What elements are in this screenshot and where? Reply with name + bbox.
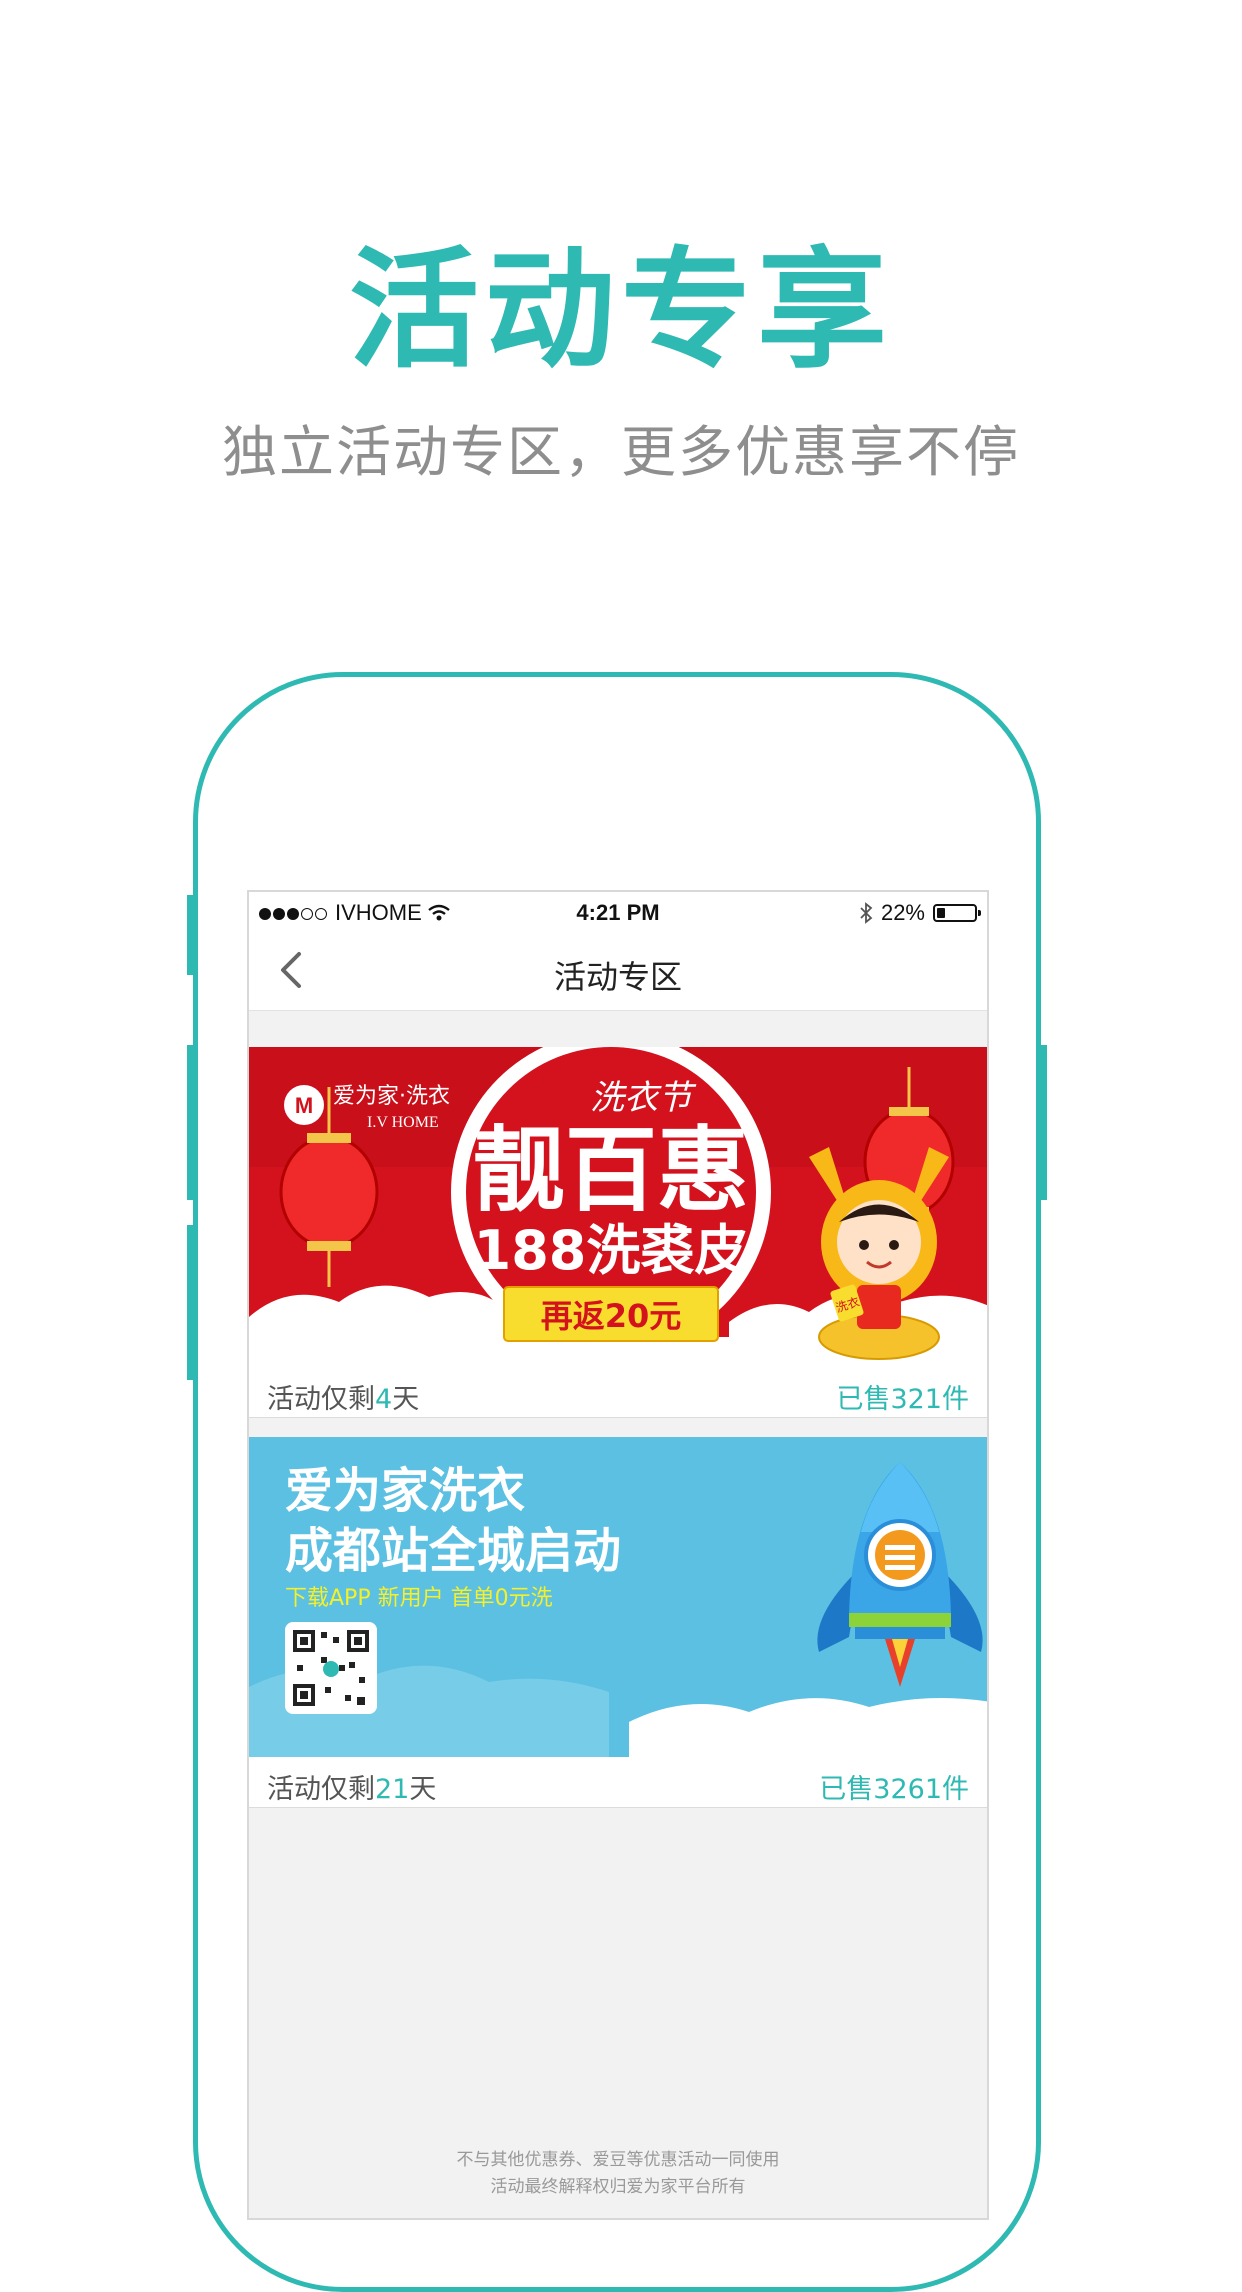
- svg-text:I.V HOME: I.V HOME: [367, 1114, 439, 1131]
- footer-line: 不与其他优惠券、爱豆等优惠活动一同使用: [456, 2150, 780, 2170]
- footer-line: 活动最终解释权归爱为家平台所有: [490, 2177, 746, 2197]
- hero-title: 活动专享: [348, 234, 893, 386]
- days-remaining: 活动仅剩21天: [267, 1774, 437, 1805]
- bluetooth-icon: [860, 902, 873, 924]
- qr-code-icon: [285, 1622, 377, 1714]
- svg-text:下载APP 新用户 首单0元洗: 下载APP 新用户 首单0元洗: [285, 1586, 553, 1611]
- sold-count: 已售321件: [836, 1384, 969, 1415]
- battery-icon: [933, 904, 981, 922]
- activity-card-festival[interactable]: M 爱为家·洗衣 I.V HOME 洗衣节 靓百惠 188洗裘皮 再返20元 洗…: [249, 1047, 987, 1418]
- banner-chengdu-graphic: 爱为家洗衣 成都站全城启动 下载APP 新用户 首单0元洗: [249, 1437, 987, 1757]
- footer-disclaimer: 不与其他优惠券、爱豆等优惠活动一同使用 活动最终解释权归爱为家平台所有: [249, 2147, 987, 2201]
- days-remaining: 活动仅剩4天: [267, 1384, 420, 1415]
- svg-text:洗衣节: 洗衣节: [590, 1078, 697, 1118]
- svg-text:爱为家·洗衣: 爱为家·洗衣: [333, 1084, 450, 1109]
- svg-text:188洗裘皮: 188洗裘皮: [474, 1219, 749, 1282]
- hero-subtitle: 独立活动专区，更多优惠享不停: [221, 420, 1020, 484]
- activity-card-chengdu[interactable]: 爱为家洗衣 成都站全城启动 下载APP 新用户 首单0元洗 活动仅剩21天 已售…: [249, 1437, 987, 1808]
- sold-count: 已售3261件: [819, 1774, 969, 1805]
- phone-power-button: [1039, 1045, 1047, 1200]
- page-title: 活动专区: [553, 958, 682, 996]
- banner-laundry-festival[interactable]: M 爱为家·洗衣 I.V HOME 洗衣节 靓百惠 188洗裘皮 再返20元 洗…: [249, 1047, 987, 1367]
- phone-mute-switch: [187, 895, 195, 975]
- svg-text:M: M: [295, 1093, 313, 1118]
- battery-percent: 22%: [880, 900, 925, 925]
- svg-text:再返20元: 再返20元: [541, 1297, 682, 1335]
- phone-volume-up: [187, 1045, 195, 1200]
- svg-text:爱为家洗衣: 爱为家洗衣: [285, 1463, 525, 1519]
- banner-festival-graphic: M 爱为家·洗衣 I.V HOME 洗衣节 靓百惠 188洗裘皮 再返20元 洗…: [249, 1047, 987, 1367]
- svg-text:成都站全城启动: 成都站全城启动: [285, 1523, 621, 1579]
- card-meta: 活动仅剩4天 已售321件: [249, 1367, 987, 1417]
- status-bar: IVHOME 4:21 PM 22%: [249, 892, 987, 932]
- phone-screen: IVHOME 4:21 PM 22% 活动专区 M 爱为家·洗衣 I.V HOM…: [247, 890, 989, 2220]
- nav-bar: 活动专区: [249, 932, 987, 1011]
- card-meta: 活动仅剩21天 已售3261件: [249, 1757, 987, 1807]
- svg-text:靓百惠: 靓百惠: [473, 1117, 749, 1224]
- banner-chengdu-launch[interactable]: 爱为家洗衣 成都站全城启动 下载APP 新用户 首单0元洗: [249, 1437, 987, 1757]
- phone-volume-down: [187, 1225, 195, 1380]
